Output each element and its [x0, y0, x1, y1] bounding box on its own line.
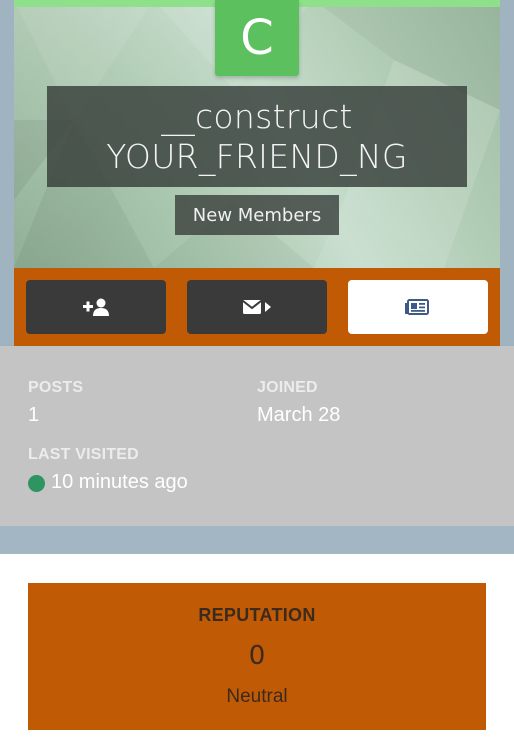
joined-value: March 28: [257, 404, 341, 426]
last-visited-value: 10 minutes ago: [51, 471, 188, 493]
profile-name: __construct YOUR_FRIEND_NG: [47, 86, 467, 187]
right-edge: [500, 0, 514, 345]
section-divider: [0, 526, 514, 554]
posts-value: 1: [28, 404, 40, 426]
last-visited-label: LAST VISITED: [28, 446, 139, 463]
message-button[interactable]: [187, 280, 327, 334]
add-user-icon: [83, 298, 109, 316]
reputation-value: 0: [248, 641, 266, 671]
profile-action-bar: [14, 268, 500, 346]
see-activity-button[interactable]: [348, 280, 488, 334]
message-icon: [242, 300, 271, 314]
avatar[interactable]: C: [215, 0, 299, 76]
profile-name-line1: __construct: [161, 96, 353, 136]
online-status-icon: [28, 475, 45, 492]
posts-label: POSTS: [28, 379, 84, 396]
reputation-card: REPUTATION 0 Neutral: [28, 583, 486, 730]
reputation-description: Neutral: [226, 686, 288, 707]
member-group-badge: New Members: [175, 195, 339, 235]
activity-feed-icon: [405, 299, 429, 315]
joined-label: JOINED: [257, 379, 318, 396]
follow-button[interactable]: [26, 280, 166, 334]
left-edge: [0, 0, 14, 345]
profile-name-line2: YOUR_FRIEND_NG: [106, 136, 408, 176]
reputation-title: REPUTATION: [198, 605, 316, 625]
profile-stats: POSTS 1 JOINED March 28 LAST VISITED 10 …: [0, 346, 514, 526]
